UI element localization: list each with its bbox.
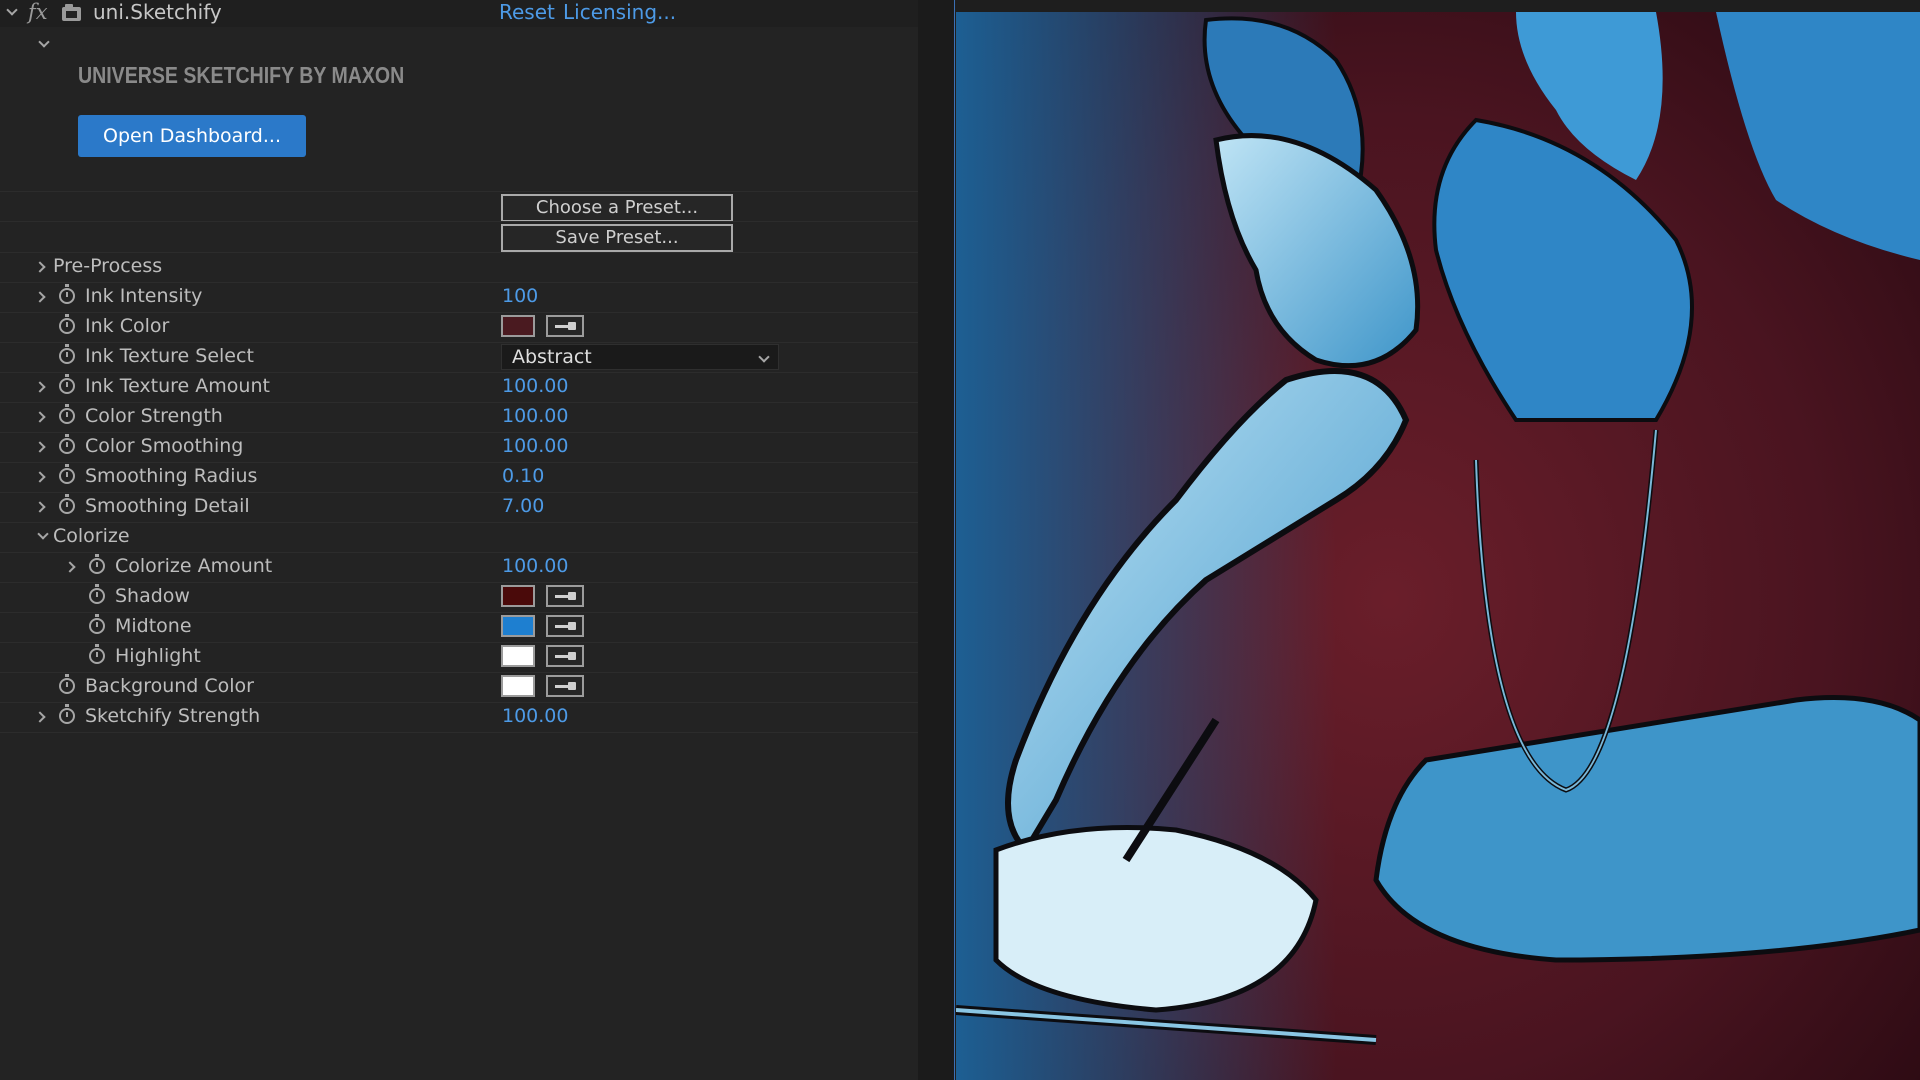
save-preset-row: Save Preset... xyxy=(0,221,918,253)
property-label: Sketchify Strength xyxy=(85,705,261,727)
effect-controls-panel: fx uni.Sketchify Reset Licensing... UNIV… xyxy=(0,0,918,1080)
property-colorize-amount: Colorize Amount 100.00 xyxy=(0,552,918,583)
property-label: Color Strength xyxy=(85,405,223,427)
composition-preview[interactable] xyxy=(956,0,1920,1080)
stopwatch-icon[interactable] xyxy=(59,494,75,514)
choose-preset-button[interactable]: Choose a Preset... xyxy=(501,194,733,222)
group-colorize[interactable]: Colorize xyxy=(0,522,918,553)
ink-texture-dropdown[interactable]: Abstract xyxy=(501,344,779,370)
fx-icon[interactable]: fx xyxy=(28,0,48,24)
divider-line xyxy=(954,0,955,1080)
reset-link[interactable]: Reset xyxy=(499,0,555,24)
property-label: Ink Intensity xyxy=(85,285,203,307)
open-dashboard-button[interactable]: Open Dashboard... xyxy=(78,115,306,157)
eyedropper-icon[interactable] xyxy=(546,645,584,667)
chevron-right-icon[interactable] xyxy=(36,501,46,511)
brand-title: UNIVERSE SKETCHIFY BY MAXON xyxy=(78,62,405,88)
colorize-amount-value[interactable]: 100.00 xyxy=(502,554,568,578)
sketchified-preview-image xyxy=(956,0,1920,1080)
property-background-color: Background Color xyxy=(0,672,918,703)
chevron-right-icon[interactable] xyxy=(36,381,46,391)
chevron-right-icon[interactable] xyxy=(36,291,46,301)
property-highlight: Highlight xyxy=(0,642,918,673)
collapse-effect-chevron-icon[interactable] xyxy=(6,5,16,15)
save-preset-button[interactable]: Save Preset... xyxy=(501,224,733,252)
property-color-strength: Color Strength 100.00 xyxy=(0,402,918,433)
property-smoothing-detail: Smoothing Detail 7.00 xyxy=(0,492,918,523)
expand-brand-chevron-icon[interactable] xyxy=(38,37,48,47)
dropdown-selected-value: Abstract xyxy=(512,346,592,368)
property-label: Pre-Process xyxy=(53,255,163,277)
stopwatch-icon[interactable] xyxy=(59,344,75,364)
chevron-down-icon[interactable] xyxy=(37,529,47,539)
chevron-right-icon[interactable] xyxy=(36,471,46,481)
chevron-right-icon[interactable] xyxy=(36,441,46,451)
property-midtone: Midtone xyxy=(0,612,918,643)
chevron-right-icon[interactable] xyxy=(36,711,46,721)
property-color-smoothing: Color Smoothing 100.00 xyxy=(0,432,918,463)
stopwatch-icon[interactable] xyxy=(59,434,75,454)
stopwatch-icon[interactable] xyxy=(89,644,105,664)
property-label: Colorize Amount xyxy=(115,555,273,577)
chevron-down-icon xyxy=(758,352,768,362)
property-label: Highlight xyxy=(115,645,201,667)
stopwatch-icon[interactable] xyxy=(59,314,75,334)
chevron-right-icon[interactable] xyxy=(66,561,76,571)
property-ink-texture-amount: Ink Texture Amount 100.00 xyxy=(0,372,918,403)
property-smoothing-radius: Smoothing Radius 0.10 xyxy=(0,462,918,493)
property-label: Smoothing Detail xyxy=(85,495,250,517)
property-label: Background Color xyxy=(85,675,254,697)
property-sketchify-strength: Sketchify Strength 100.00 xyxy=(0,702,918,733)
chevron-right-icon[interactable] xyxy=(36,411,46,421)
stopwatch-icon[interactable] xyxy=(89,614,105,634)
stopwatch-icon[interactable] xyxy=(59,704,75,724)
stopwatch-icon[interactable] xyxy=(89,584,105,604)
property-label: Midtone xyxy=(115,615,192,637)
stopwatch-icon[interactable] xyxy=(59,404,75,424)
panel-divider[interactable] xyxy=(918,0,955,1080)
eyedropper-icon[interactable] xyxy=(546,675,584,697)
highlight-color-swatch[interactable] xyxy=(501,645,535,667)
stopwatch-icon[interactable] xyxy=(59,374,75,394)
eyedropper-icon[interactable] xyxy=(546,585,584,607)
smoothing-detail-value[interactable]: 7.00 xyxy=(502,494,544,518)
preset-row: Choose a Preset... xyxy=(0,191,918,222)
property-label: Colorize xyxy=(53,525,130,547)
effect-name: uni.Sketchify xyxy=(93,0,222,24)
licensing-link[interactable]: Licensing... xyxy=(563,0,676,24)
property-label: Ink Texture Select xyxy=(85,345,254,367)
stopwatch-icon[interactable] xyxy=(59,674,75,694)
smoothing-radius-value[interactable]: 0.10 xyxy=(502,464,544,488)
property-label: Ink Texture Amount xyxy=(85,375,270,397)
group-pre-process[interactable]: Pre-Process xyxy=(0,252,918,283)
stopwatch-icon[interactable] xyxy=(59,464,75,484)
property-label: Ink Color xyxy=(85,315,170,337)
ink-intensity-value[interactable]: 100 xyxy=(502,284,538,308)
sketchify-strength-value[interactable]: 100.00 xyxy=(502,704,568,728)
property-ink-color: Ink Color xyxy=(0,312,918,343)
property-label: Shadow xyxy=(115,585,190,607)
stopwatch-icon[interactable] xyxy=(89,554,105,574)
ink-texture-amount-value[interactable]: 100.00 xyxy=(502,374,568,398)
chevron-right-icon[interactable] xyxy=(36,261,46,271)
ink-color-swatch[interactable] xyxy=(501,315,535,337)
property-label: Smoothing Radius xyxy=(85,465,258,487)
property-ink-intensity: Ink Intensity 100 xyxy=(0,282,918,313)
plugin-icon xyxy=(62,4,81,21)
eyedropper-icon[interactable] xyxy=(546,615,584,637)
stopwatch-icon[interactable] xyxy=(59,284,75,304)
shadow-color-swatch[interactable] xyxy=(501,585,535,607)
property-ink-texture-select: Ink Texture Select Abstract xyxy=(0,342,918,373)
background-color-swatch[interactable] xyxy=(501,675,535,697)
color-smoothing-value[interactable]: 100.00 xyxy=(502,434,568,458)
midtone-color-swatch[interactable] xyxy=(501,615,535,637)
color-strength-value[interactable]: 100.00 xyxy=(502,404,568,428)
effect-header: fx uni.Sketchify Reset Licensing... xyxy=(0,0,918,27)
eyedropper-icon[interactable] xyxy=(546,315,584,337)
property-label: Color Smoothing xyxy=(85,435,244,457)
property-shadow: Shadow xyxy=(0,582,918,613)
